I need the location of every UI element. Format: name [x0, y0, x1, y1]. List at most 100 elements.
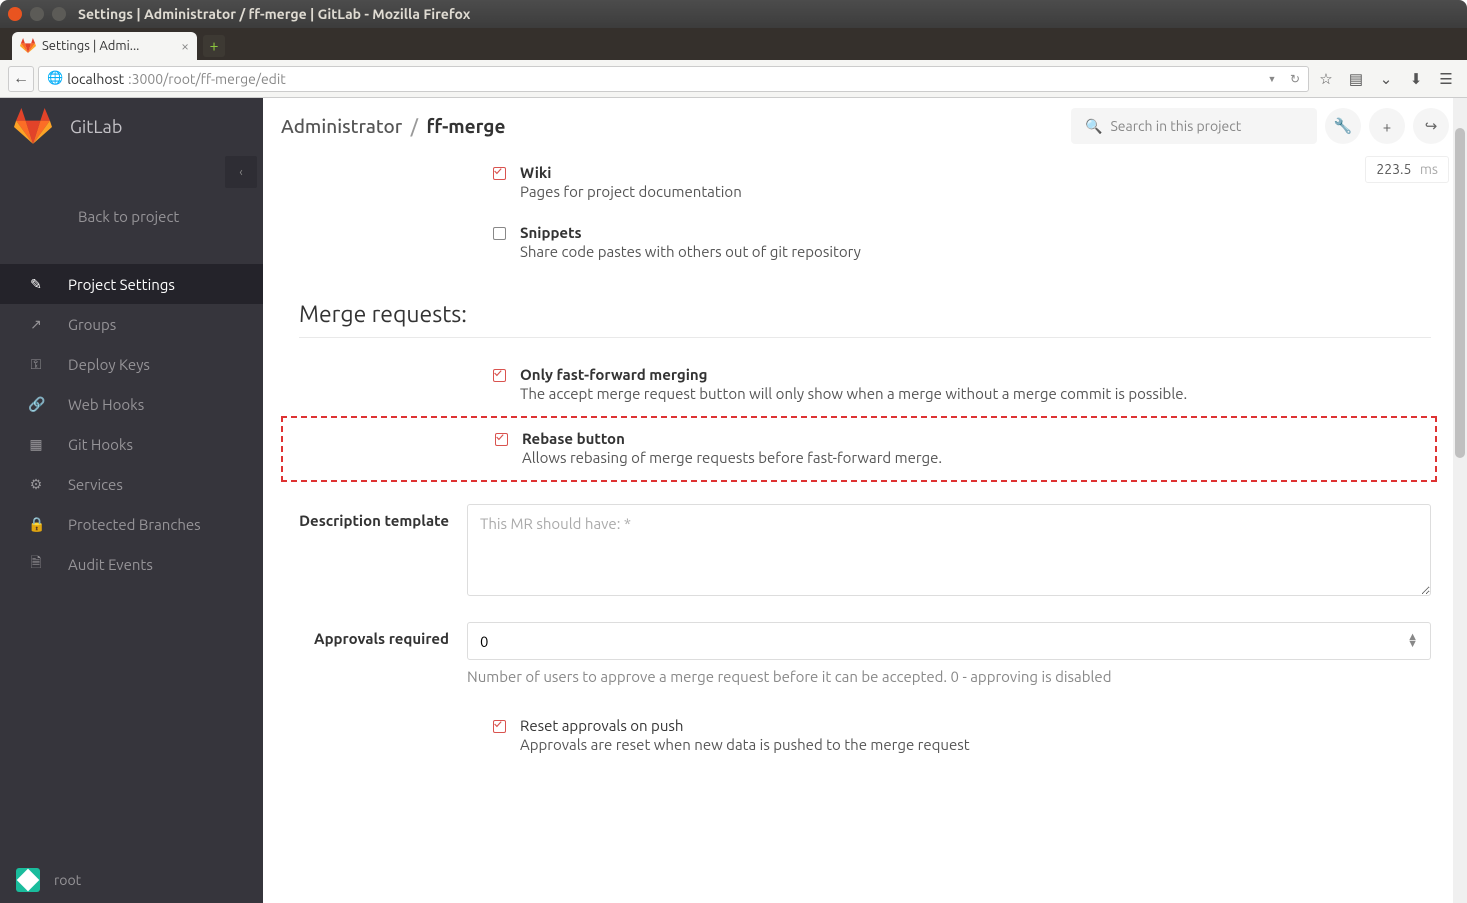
- url-host: localhost: [67, 71, 124, 87]
- snippets-checkbox[interactable]: [493, 227, 506, 240]
- feature-wiki: Wiki Pages for project documentation: [299, 154, 1431, 214]
- edit-icon: ✎: [28, 276, 44, 293]
- globe-icon: 🌐: [47, 71, 63, 86]
- sidebar-item-services[interactable]: ⚙ Services: [0, 464, 263, 504]
- feature-title: Reset approvals on push: [520, 717, 970, 734]
- sidebar-item-label: Git Hooks: [68, 436, 133, 453]
- feature-title: Wiki: [520, 164, 742, 181]
- breadcrumb-project[interactable]: ff-merge: [427, 115, 506, 137]
- approvals-required-input[interactable]: 0 ▲▼: [467, 622, 1431, 660]
- sidebar-header[interactable]: GitLab: [0, 98, 263, 156]
- sidebar-item-label: Services: [68, 476, 123, 493]
- sidebar-item-groups[interactable]: ↗ Groups: [0, 304, 263, 344]
- sidebar-item-label: Project Settings: [68, 276, 175, 293]
- window-titlebar: Settings | Administrator / ff-merge | Gi…: [0, 0, 1467, 28]
- reload-icon[interactable]: ↻: [1290, 72, 1300, 86]
- url-bar-row: ← 🌐 localhost:3000/root/ff-merge/edit ▼ …: [0, 60, 1467, 98]
- wrench-icon: 🔧: [1334, 117, 1353, 135]
- feature-title: Only fast-forward merging: [520, 366, 1187, 383]
- project-search-input[interactable]: 🔍 Search in this project: [1071, 108, 1317, 144]
- sidebar-collapse-button[interactable]: ‹: [225, 156, 257, 188]
- settings-button[interactable]: 🔧: [1325, 108, 1361, 144]
- sidebar-item-git-hooks[interactable]: ▦ Git Hooks: [0, 424, 263, 464]
- file-icon: 🗎: [28, 552, 44, 576]
- cogs-icon: ⚙: [28, 476, 44, 493]
- feature-desc: Pages for project documentation: [520, 183, 742, 200]
- downloads-icon[interactable]: ⬇: [1403, 66, 1429, 92]
- sidebar-item-web-hooks[interactable]: 🔗 Web Hooks: [0, 384, 263, 424]
- description-template-textarea[interactable]: [467, 504, 1431, 596]
- key-icon: ⚿: [28, 356, 44, 373]
- main-content: Administrator / ff-merge 🔍 Search in thi…: [263, 98, 1467, 903]
- scrollbar-thumb[interactable]: [1455, 128, 1465, 458]
- wiki-checkbox[interactable]: [493, 167, 506, 180]
- gitlab-logo: [14, 108, 52, 146]
- dropdown-icon[interactable]: ▼: [1268, 74, 1277, 84]
- breadcrumb-separator: /: [411, 115, 418, 137]
- feature-desc: Allows rebasing of merge requests before…: [522, 449, 942, 466]
- url-bar[interactable]: 🌐 localhost:3000/root/ff-merge/edit ▼ ↻: [38, 66, 1309, 92]
- rebase-checkbox[interactable]: [495, 433, 508, 446]
- description-template-row: Description template: [299, 504, 1431, 600]
- main-header: Administrator / ff-merge 🔍 Search in thi…: [263, 98, 1467, 154]
- pocket-icon[interactable]: ⌄: [1373, 66, 1399, 92]
- approvals-required-row: Approvals required 0 ▲▼ Number of users …: [299, 622, 1431, 685]
- reader-icon[interactable]: ▤: [1343, 66, 1369, 92]
- bookmark-icon[interactable]: ☆: [1313, 66, 1339, 92]
- feature-snippets: Snippets Share code pastes with others o…: [299, 214, 1431, 274]
- sidebar-item-protected-branches[interactable]: 🔒 Protected Branches: [0, 504, 263, 544]
- timing-unit: ms: [1420, 161, 1438, 177]
- window-maximize-button[interactable]: [52, 7, 66, 21]
- tab-bar: Settings | Admi... × +: [0, 28, 1467, 60]
- back-button[interactable]: ←: [8, 66, 34, 92]
- chevron-left-icon: ‹: [239, 166, 242, 179]
- number-stepper-icon[interactable]: ▲▼: [1407, 634, 1418, 648]
- menu-icon[interactable]: ☰: [1433, 66, 1459, 92]
- feature-title: Snippets: [520, 224, 861, 241]
- feature-desc: The accept merge request button will onl…: [520, 385, 1187, 402]
- sidebar-back-to-project[interactable]: Back to project: [0, 196, 263, 236]
- window-close-button[interactable]: [8, 7, 22, 21]
- sidebar-user[interactable]: root: [0, 857, 263, 903]
- sidebar-item-label: Back to project: [78, 208, 179, 225]
- form-help: Number of users to approve a merge reque…: [467, 668, 1431, 685]
- sidebar-item-project-settings[interactable]: ✎ Project Settings: [0, 264, 263, 304]
- timing-value: 223.5: [1376, 161, 1411, 177]
- browser-tab[interactable]: Settings | Admi... ×: [12, 32, 197, 60]
- user-name: root: [54, 872, 81, 888]
- new-tab-button[interactable]: +: [203, 35, 225, 57]
- sidebar-item-deploy-keys[interactable]: ⚿ Deploy Keys: [0, 344, 263, 384]
- timing-badge: 223.5 ms: [1365, 156, 1449, 183]
- sidebar-item-label: Audit Events: [68, 556, 153, 573]
- form-label: Description template: [299, 504, 467, 600]
- sidebar-item-label: Deploy Keys: [68, 356, 150, 373]
- sidebar: GitLab ‹ Back to project ✎ Project Setti…: [0, 98, 263, 903]
- sidebar-item-audit-events[interactable]: 🗎 Audit Events: [0, 544, 263, 584]
- reset-approvals-checkbox[interactable]: [493, 720, 506, 733]
- ff-merge-checkbox[interactable]: [493, 369, 506, 382]
- sign-out-icon: ↪: [1425, 117, 1438, 135]
- window-minimize-button[interactable]: [30, 7, 44, 21]
- approvals-value: 0: [480, 633, 488, 650]
- share-icon: ↗: [28, 316, 44, 333]
- breadcrumb-owner[interactable]: Administrator: [281, 115, 402, 137]
- tab-close-icon[interactable]: ×: [181, 38, 189, 54]
- arrow-left-icon: ←: [13, 69, 29, 88]
- feature-desc: Share code pastes with others out of git…: [520, 243, 861, 260]
- search-icon: 🔍: [1085, 118, 1102, 135]
- sidebar-item-label: Protected Branches: [68, 516, 201, 533]
- new-button[interactable]: +: [1369, 108, 1405, 144]
- logout-button[interactable]: ↪: [1413, 108, 1449, 144]
- url-path: :3000/root/ff-merge/edit: [128, 71, 286, 87]
- feature-title: Rebase button: [522, 430, 942, 447]
- sidebar-item-label: Groups: [68, 316, 116, 333]
- brand-name: GitLab: [70, 117, 122, 137]
- form-label: Approvals required: [299, 622, 467, 685]
- rebase-highlight-box: Rebase button Allows rebasing of merge r…: [281, 416, 1437, 482]
- tab-title: Settings | Admi...: [42, 39, 139, 53]
- feature-ff-merge: Only fast-forward merging The accept mer…: [299, 356, 1431, 416]
- window-title: Settings | Administrator / ff-merge | Gi…: [78, 6, 470, 22]
- lock-icon: 🔒: [28, 516, 44, 533]
- scrollbar[interactable]: [1453, 98, 1467, 903]
- user-avatar: [16, 868, 40, 892]
